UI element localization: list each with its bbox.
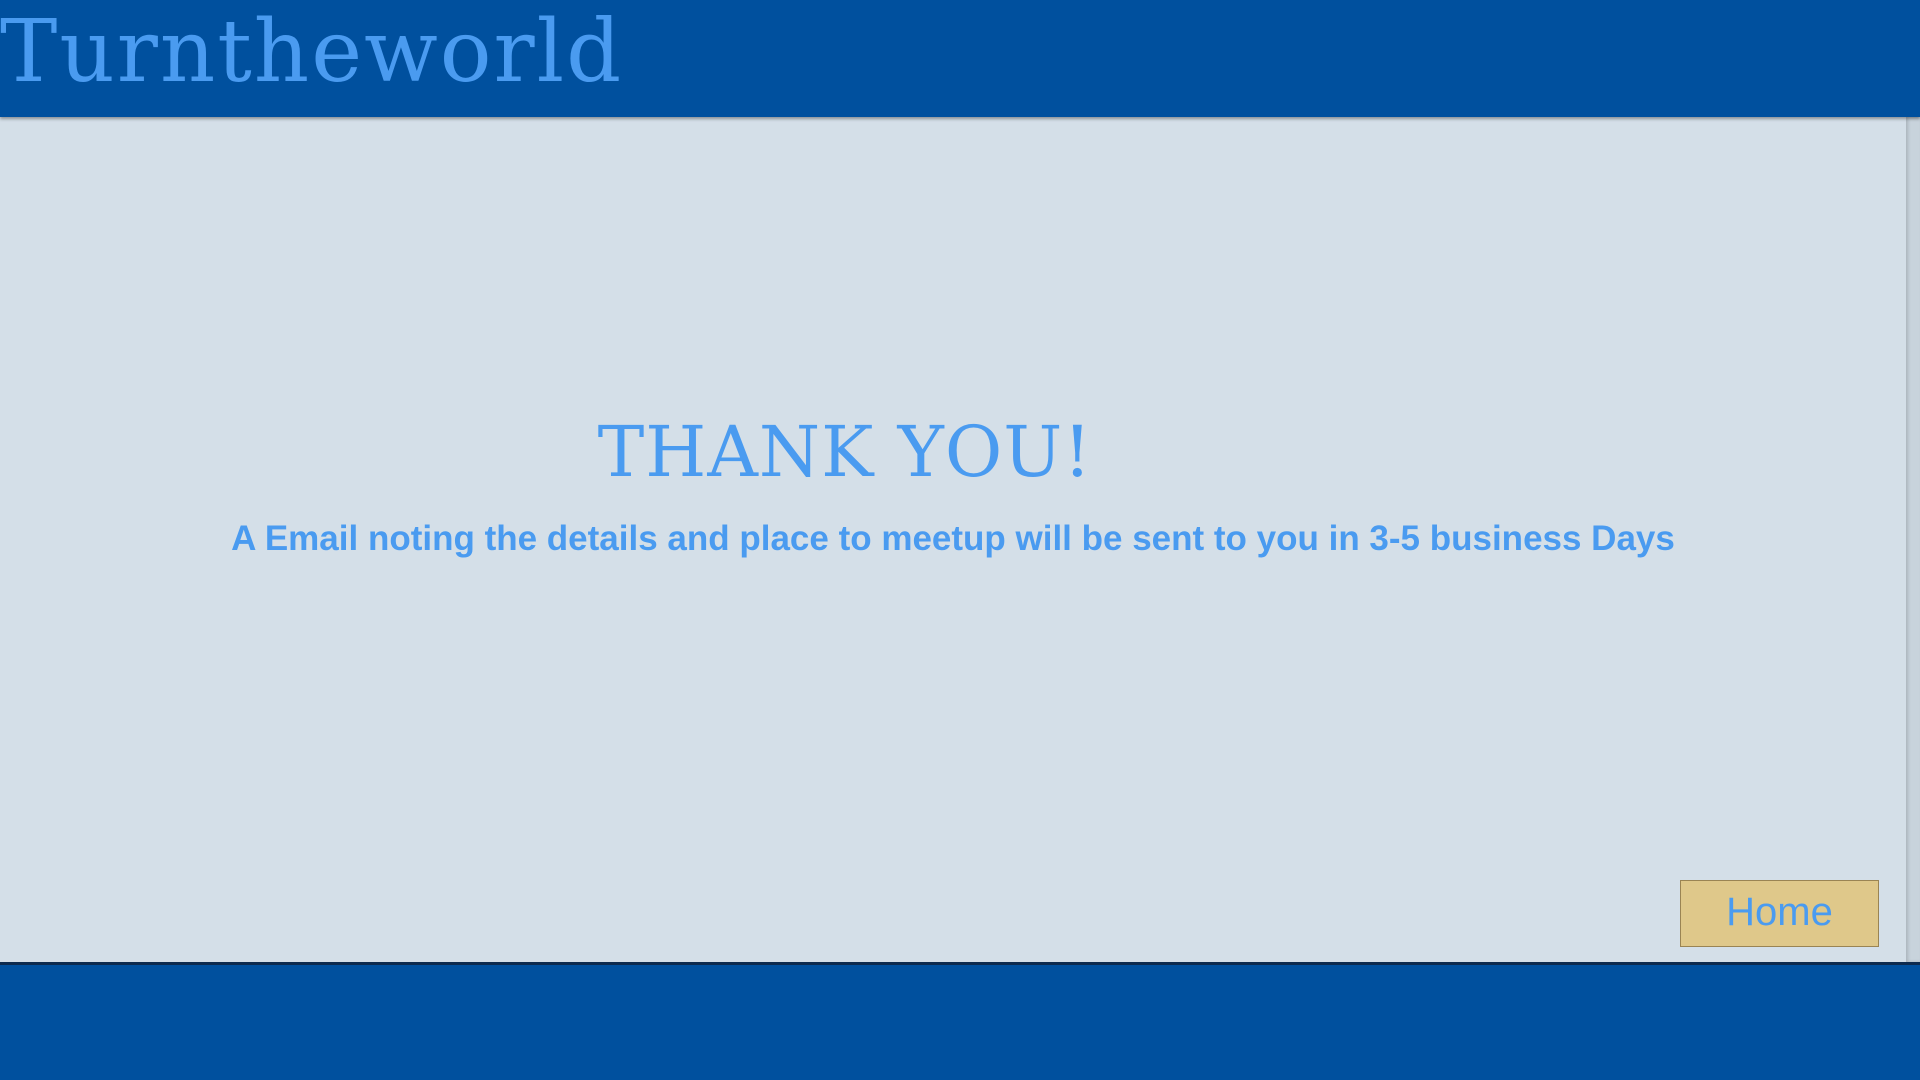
brand-logo-text[interactable]: Turntheworld [0, 2, 623, 102]
confirmation-message: A Email noting the details and place to … [231, 519, 1675, 558]
footer-bar [0, 962, 1920, 1080]
header-bar: Turntheworld [0, 0, 1920, 117]
page-title: THANK YOU! [597, 411, 1093, 493]
main-content: THANK YOU! A Email noting the details an… [0, 117, 1906, 962]
right-edge-strip [1906, 117, 1920, 962]
home-button[interactable]: Home [1680, 880, 1879, 947]
